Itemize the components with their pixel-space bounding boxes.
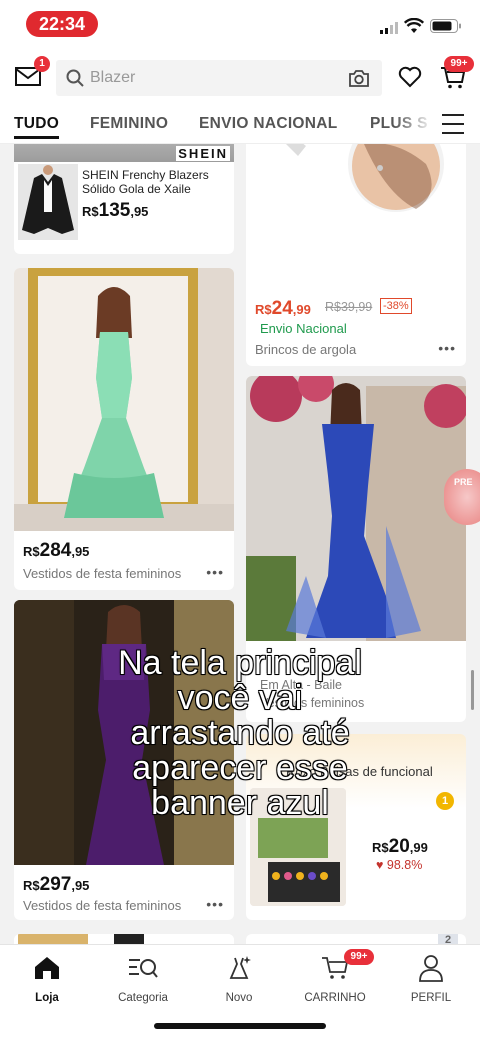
cart-button[interactable]: 99+ — [440, 56, 474, 92]
nav-carrinho[interactable]: 99+ CARRINHO — [290, 949, 380, 1004]
brand-label: SHEIN — [176, 146, 230, 161]
more-options-icon[interactable]: ••• — [438, 340, 456, 356]
battery-icon — [430, 19, 461, 33]
home-icon — [35, 957, 59, 979]
product-card-partial[interactable]: 2 — [246, 934, 466, 944]
profile-icon — [419, 955, 443, 982]
product-price: R$20,99 — [372, 836, 428, 857]
product-price: R$24,99 — [255, 298, 311, 319]
product-category: Brincos de argola — [255, 342, 357, 357]
nav-categoria[interactable]: Categoria — [98, 953, 188, 1004]
home-indicator[interactable] — [154, 1023, 326, 1029]
more-options-icon[interactable]: ••• — [206, 564, 224, 580]
product-card-blazer[interactable]: SHEIN SHEIN Frenchy Blazers Sólido Gola … — [14, 144, 234, 254]
product-image — [14, 268, 234, 531]
floating-promo-button[interactable]: PRE — [444, 469, 480, 525]
status-time: 22:34 — [26, 11, 98, 37]
heart-icon: ♥ — [376, 858, 384, 872]
search-bar[interactable] — [56, 60, 382, 96]
category-icon — [129, 959, 158, 978]
tab-envio-nacional[interactable]: ENVIO NACIONAL — [199, 115, 338, 133]
signal-icon — [380, 22, 398, 34]
status-bar: 22:34 — [0, 0, 480, 50]
product-price: R$297,95 — [23, 874, 90, 895]
more-options-icon[interactable]: ••• — [206, 896, 224, 912]
product-image — [14, 934, 234, 944]
product-category: Vestidos de festa femininos — [23, 898, 182, 913]
product-card-earring[interactable]: R$24,99 R$39,99 -38% Envio Nacional Brin… — [246, 144, 466, 366]
original-price: R$39,99 — [325, 300, 373, 314]
tab-tudo[interactable]: TUDO — [14, 115, 60, 139]
camera-icon[interactable] — [348, 68, 370, 88]
nav-novo[interactable]: Novo — [194, 953, 284, 1004]
product-category: Vestidos de festa femininos — [23, 566, 182, 581]
menu-icon[interactable] — [442, 114, 464, 134]
cart-badge: 99+ — [344, 949, 374, 965]
wifi-icon — [404, 18, 424, 33]
category-tabs: TUDO FEMININO ENVIO NACIONAL PLUS S — [0, 108, 480, 144]
nav-loja[interactable]: Loja — [2, 953, 92, 1004]
top-header: 1 99+ — [0, 50, 480, 108]
product-image — [246, 376, 466, 641]
scrollbar[interactable] — [471, 670, 474, 710]
product-feed[interactable]: SHEIN SHEIN Frenchy Blazers Sólido Gola … — [0, 144, 480, 944]
product-image — [246, 144, 466, 284]
product-title: SHEIN Frenchy Blazers Sólido Gola de Xai… — [82, 168, 209, 196]
search-input[interactable] — [90, 60, 330, 96]
shipping-label: Envio Nacional — [260, 321, 347, 336]
search-icon — [66, 69, 84, 87]
product-card-green-dress[interactable]: R$284,95 Vestidos de festa femininos ••• — [14, 268, 234, 590]
new-dress-icon — [229, 956, 251, 979]
wishlist-heart-icon[interactable] — [398, 66, 422, 88]
discount-badge: -38% — [380, 298, 412, 314]
product-price: R$284,95 — [23, 540, 90, 561]
tab-feminino[interactable]: FEMININO — [90, 115, 168, 133]
rank-medal-icon: 2 — [438, 934, 458, 944]
nav-perfil[interactable]: PERFIL — [386, 953, 476, 1004]
product-price: R$135,95 — [82, 200, 149, 221]
blazer-thumbnail — [18, 164, 78, 240]
mail-button[interactable]: 1 — [14, 56, 50, 90]
rating: ♥ 98.8% — [376, 858, 423, 872]
product-card-partial[interactable] — [14, 934, 234, 944]
cart-badge: 99+ — [444, 56, 474, 72]
video-caption: Na tela principal você vai arrastando at… — [117, 644, 362, 822]
mail-badge: 1 — [34, 56, 50, 72]
